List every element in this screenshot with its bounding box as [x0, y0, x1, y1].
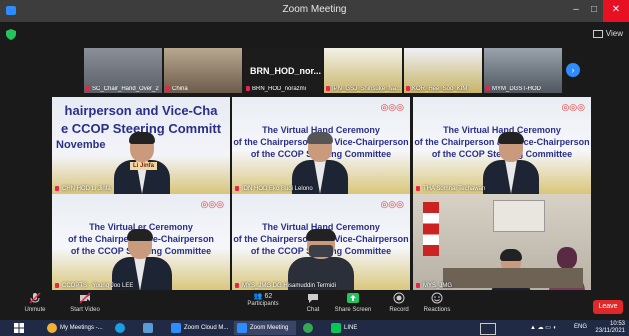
video-tile[interactable]: hairperson and Vice-Cha e CCOP Steering …: [52, 97, 230, 194]
record-icon: [393, 292, 405, 304]
participant-name: CHN HOD Li Jinfa: [62, 186, 111, 192]
logos: ◎◎◎: [380, 102, 404, 112]
people-icon: 👥: [253, 293, 263, 300]
participant-name: IPN_GSJ_Shinsuke_Na...: [332, 86, 402, 92]
clock-time: 10:53: [609, 321, 625, 327]
taskbar-item-app[interactable]: [300, 321, 324, 335]
zoom-icon: [237, 323, 247, 333]
participants-label: Participants: [247, 301, 279, 307]
chat-label: Chat: [306, 307, 320, 313]
next-page-arrow-icon[interactable]: ›: [566, 63, 580, 77]
grid-view-icon: [592, 29, 603, 38]
maximize-button[interactable]: □: [585, 0, 603, 22]
thumbnail-video[interactable]: BRN_HOD_nor... BRN_HOD_norazmi: [244, 48, 322, 93]
chrome-icon: [47, 323, 57, 333]
minimize-button[interactable]: –: [567, 0, 585, 22]
window-titlebar: Zoom Meeting – □ ✕: [0, 0, 629, 22]
zoom-icon: [171, 323, 181, 333]
start-video-label: Start Video: [70, 307, 100, 313]
taskbar-item-zoom-cloud[interactable]: Zoom Cloud M...: [168, 321, 230, 335]
window-title: Zoom Meeting: [282, 4, 347, 15]
app-icon: [143, 323, 153, 333]
flag: [423, 202, 439, 256]
reactions-button[interactable]: Reactions: [414, 292, 460, 313]
chat-bubble-icon: [308, 294, 318, 303]
clock[interactable]: 10:53 23/11/2021: [595, 321, 625, 335]
thumbnail-video[interactable]: KOR_Hee_Soo_KIM: [404, 48, 482, 93]
banner-line: hairperson and Vice-Cha: [64, 103, 218, 118]
taskbar-item-edge[interactable]: [112, 321, 136, 335]
smiley-icon: [431, 292, 443, 304]
participants-count-value: 62: [264, 293, 273, 300]
table: [443, 268, 583, 288]
participant-name: MYM_DGST-HOD: [492, 86, 542, 92]
participant-name: MYS_JMG DG Hisamuddin Termidi: [242, 283, 336, 289]
security-shield-icon[interactable]: [6, 29, 16, 40]
thumbnail-video[interactable]: MYM_DGST-HOD: [484, 48, 562, 93]
edge-icon: [115, 323, 125, 333]
logos: ◎◎◎: [561, 102, 585, 112]
participants-count: 👥 62: [240, 292, 286, 300]
windows-start-icon[interactable]: [14, 323, 24, 333]
participant-name: China: [172, 86, 188, 92]
participant-name: SC_Chair_Hand_Over_2: [92, 86, 159, 92]
language-indicator[interactable]: ENG: [574, 324, 587, 330]
reactions-label: Reactions: [423, 307, 451, 313]
participant-video: [112, 229, 172, 291]
thumbnail-video[interactable]: SC_Chair_Hand_Over_2: [84, 48, 162, 93]
clock-date: 23/11/2021: [595, 328, 625, 334]
record-label: Record: [389, 307, 409, 313]
taskbar-item-app[interactable]: [140, 321, 164, 335]
windows-taskbar: My Meetings -... Zoom Cloud M... Zoom Me…: [0, 320, 629, 336]
participant-name: BRN_HOD_norazmi: [252, 86, 307, 92]
participant-video: [483, 132, 539, 194]
video-off-icon: [79, 292, 91, 304]
participant-name-large: BRN_HOD_nor...: [250, 66, 322, 76]
participants-button[interactable]: 👥 62 Participants: [240, 292, 286, 307]
unmute-button[interactable]: Unmute: [12, 292, 58, 313]
video-tile[interactable]: ◎◎◎ The Virtual er Ceremony of the Chair…: [52, 194, 230, 291]
leave-button[interactable]: Leave: [593, 300, 623, 314]
participant-video: [288, 229, 354, 291]
muted-microphone-icon: [29, 292, 41, 304]
tray-icons[interactable]: ▲ ☁ ▭ ◖: [530, 324, 556, 331]
video-tile[interactable]: MYS_JMG: [413, 194, 591, 291]
video-tile[interactable]: ◎◎◎ The Virtual Hand Ceremony of the Cha…: [232, 194, 410, 291]
participant-name: CCOPTS - Young Joo LEE: [62, 283, 134, 289]
share-screen-label: Share Screen: [334, 307, 372, 313]
start-video-button[interactable]: Start Video: [62, 292, 108, 313]
taskbar-label: My Meetings -...: [60, 325, 103, 331]
view-label: View: [605, 29, 623, 38]
close-button[interactable]: ✕: [603, 0, 629, 22]
nameplate: Li Jinfa: [130, 162, 158, 170]
participant-name: THA Somnai Techawan: [423, 186, 486, 192]
app-icon: [303, 323, 313, 333]
line-icon: [331, 323, 341, 333]
share-screen-button[interactable]: Share Screen: [330, 292, 376, 313]
participant-name: MYS_JMG: [423, 283, 453, 289]
view-button[interactable]: View: [592, 29, 623, 38]
meeting-toolbar: Unmute Start Video 👥 62 Participants Cha…: [0, 290, 629, 320]
taskbar-item-zoom-meeting[interactable]: Zoom Meeting: [234, 321, 296, 335]
participant-video: [292, 132, 348, 194]
whiteboard: [493, 200, 545, 232]
taskbar-item-chrome[interactable]: My Meetings -...: [44, 321, 106, 335]
share-screen-icon: [347, 293, 359, 303]
participant-name: IDN HOD Eko Budi Lelono: [242, 186, 313, 192]
taskbar-label: LINE: [344, 325, 358, 331]
thumbnail-video[interactable]: IPN_GSJ_Shinsuke_Na...: [324, 48, 402, 93]
video-tile-active-speaker[interactable]: ◎◎◎ The Virtual Hand Ceremony of the Cha…: [232, 97, 410, 194]
unmute-label: Unmute: [24, 307, 46, 313]
taskbar-label: Zoom Cloud M...: [184, 325, 229, 331]
participant-name: KOR_Hee_Soo_KIM: [412, 86, 468, 92]
logos: ◎◎◎: [200, 199, 224, 209]
keyboard-icon[interactable]: [480, 323, 496, 335]
taskbar-label: Zoom Meeting: [250, 325, 289, 331]
video-tile[interactable]: ◎◎◎ The Virtual Hand Ceremony of the Cha…: [413, 97, 591, 194]
logos: ◎◎◎: [380, 199, 404, 209]
taskbar-item-line[interactable]: LINE: [328, 321, 372, 335]
thumbnail-video[interactable]: China: [164, 48, 242, 93]
